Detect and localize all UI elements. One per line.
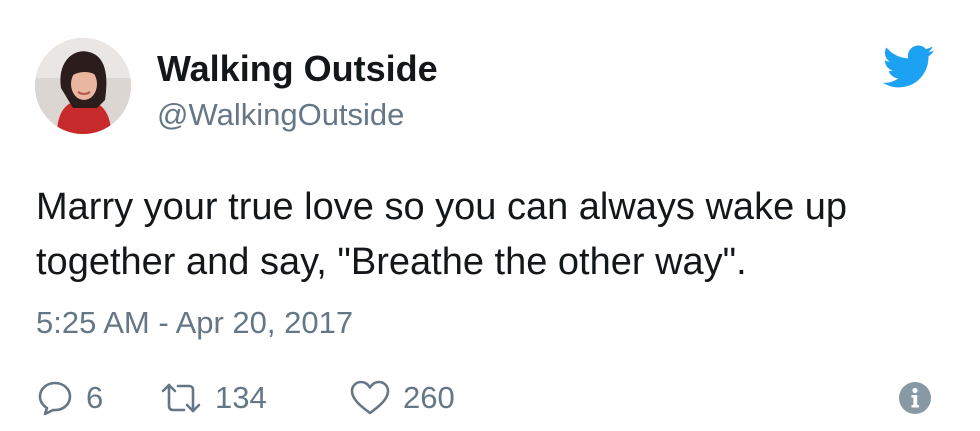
reply-button[interactable]: 6 (36, 373, 103, 423)
profile-photo-icon (35, 38, 131, 134)
user-handle[interactable]: @WalkingOutside (157, 96, 404, 134)
display-name[interactable]: Walking Outside (157, 47, 438, 91)
retweet-icon (161, 383, 201, 413)
tweet-text-line: together and say, "Breathe the other way… (36, 241, 747, 283)
tweet-text-line: Marry your true love so you can always w… (36, 186, 848, 228)
twitter-bird-icon[interactable] (883, 45, 935, 89)
avatar[interactable] (35, 38, 131, 134)
tweet-card: Walking Outside @WalkingOutside Marry yo… (0, 0, 980, 431)
tweet-timestamp[interactable]: 5:25 AM - Apr 20, 2017 (36, 303, 353, 343)
heart-icon (350, 380, 390, 415)
like-count: 260 (403, 380, 455, 415)
action-bar: 6 134 260 (36, 373, 946, 423)
retweet-button[interactable]: 134 (159, 373, 267, 423)
reply-count: 6 (86, 380, 104, 415)
reply-icon (38, 381, 72, 416)
like-button[interactable]: 260 (349, 373, 455, 423)
retweet-count: 134 (215, 380, 267, 415)
info-icon[interactable] (898, 381, 932, 415)
tweet-text: Marry your true love so you can always w… (36, 180, 956, 290)
